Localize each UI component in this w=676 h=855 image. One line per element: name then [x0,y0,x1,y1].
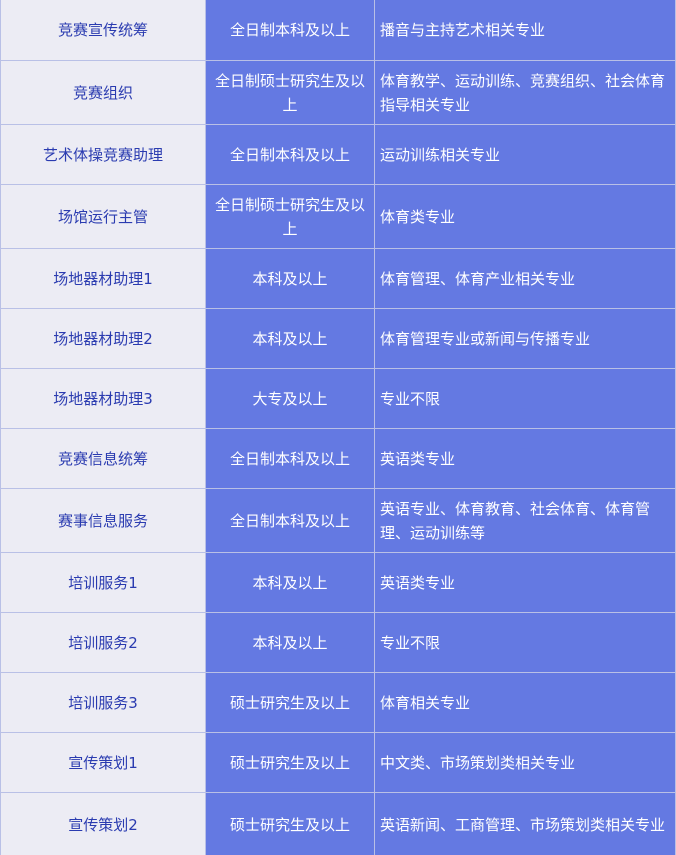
education-cell: 硕士研究生及以上 [205,672,375,733]
education-cell: 全日制本科及以上 [205,124,375,185]
table-row: 场地器材助理3 大专及以上 专业不限 [0,368,676,429]
major-cell: 英语类专业 [374,428,676,489]
education-cell: 本科及以上 [205,248,375,309]
position-cell: 艺术体操竞赛助理 [0,124,206,185]
position-cell: 场地器材助理3 [0,368,206,429]
table-row: 场地器材助理2 本科及以上 体育管理专业或新闻与传播专业 [0,308,676,369]
position-cell: 宣传策划2 [0,792,206,855]
table-row: 场地器材助理1 本科及以上 体育管理、体育产业相关专业 [0,248,676,309]
education-cell: 全日制硕士研究生及以上 [205,60,375,125]
major-cell: 英语类专业 [374,552,676,613]
education-cell: 本科及以上 [205,308,375,369]
positions-table: 竞赛宣传统筹 全日制本科及以上 播音与主持艺术相关专业 竞赛组织 全日制硕士研究生及以上… [0,0,676,855]
table-row: 培训服务3 硕士研究生及以上 体育相关专业 [0,672,676,733]
major-cell: 体育管理、体育产业相关专业 [374,248,676,309]
table-row: 赛事信息服务 全日制本科及以上 英语专业、体育教育、社会体育、体育管理、运动训练等 [0,488,676,553]
major-cell: 播音与主持艺术相关专业 [374,0,676,61]
table-row: 竞赛组织 全日制硕士研究生及以上 体育教学、运动训练、竞赛组织、社会体育指导相关专业 [0,60,676,125]
education-cell: 全日制本科及以上 [205,488,375,553]
positions-table-body: 竞赛宣传统筹 全日制本科及以上 播音与主持艺术相关专业 竞赛组织 全日制硕士研究生及以上… [0,0,676,855]
position-cell: 场馆运行主管 [0,184,206,249]
education-cell: 本科及以上 [205,612,375,673]
major-cell: 专业不限 [374,612,676,673]
position-cell: 培训服务2 [0,612,206,673]
position-cell: 场地器材助理2 [0,308,206,369]
position-cell: 赛事信息服务 [0,488,206,553]
position-cell: 培训服务3 [0,672,206,733]
table-row: 竞赛宣传统筹 全日制本科及以上 播音与主持艺术相关专业 [0,0,676,61]
major-cell: 专业不限 [374,368,676,429]
major-cell: 运动训练相关专业 [374,124,676,185]
education-cell: 本科及以上 [205,552,375,613]
education-cell: 全日制本科及以上 [205,0,375,61]
position-cell: 培训服务1 [0,552,206,613]
major-cell: 体育类专业 [374,184,676,249]
major-cell: 英语新闻、工商管理、市场策划类相关专业 [374,792,676,855]
education-cell: 大专及以上 [205,368,375,429]
table-row: 竞赛信息统筹 全日制本科及以上 英语类专业 [0,428,676,489]
position-cell: 场地器材助理1 [0,248,206,309]
education-cell: 全日制硕士研究生及以上 [205,184,375,249]
table-row: 艺术体操竞赛助理 全日制本科及以上 运动训练相关专业 [0,124,676,185]
table-row: 宣传策划1 硕士研究生及以上 中文类、市场策划类相关专业 [0,732,676,793]
table-row: 培训服务1 本科及以上 英语类专业 [0,552,676,613]
education-cell: 全日制本科及以上 [205,428,375,489]
major-cell: 体育相关专业 [374,672,676,733]
major-cell: 英语专业、体育教育、社会体育、体育管理、运动训练等 [374,488,676,553]
position-cell: 宣传策划1 [0,732,206,793]
education-cell: 硕士研究生及以上 [205,732,375,793]
education-cell: 硕士研究生及以上 [205,792,375,855]
major-cell: 中文类、市场策划类相关专业 [374,732,676,793]
major-cell: 体育管理专业或新闻与传播专业 [374,308,676,369]
table-row: 宣传策划2 硕士研究生及以上 英语新闻、工商管理、市场策划类相关专业 [0,792,676,855]
position-cell: 竞赛组织 [0,60,206,125]
table-row: 培训服务2 本科及以上 专业不限 [0,612,676,673]
position-cell: 竞赛宣传统筹 [0,0,206,61]
major-cell: 体育教学、运动训练、竞赛组织、社会体育指导相关专业 [374,60,676,125]
table-row: 场馆运行主管 全日制硕士研究生及以上 体育类专业 [0,184,676,249]
position-cell: 竞赛信息统筹 [0,428,206,489]
